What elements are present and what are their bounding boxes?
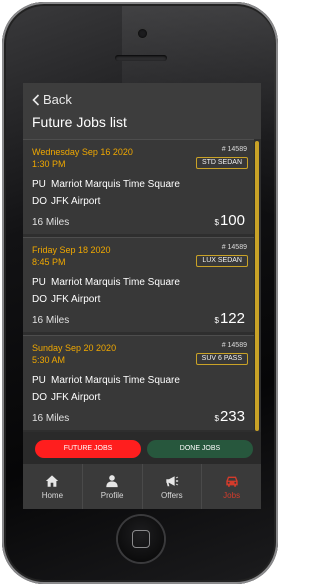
car-icon	[225, 476, 238, 487]
app-screen: Back Future Jobs list Wednesday Sep 16 2…	[23, 83, 261, 509]
job-number: # 14589	[221, 342, 247, 349]
tab-home[interactable]: Home	[23, 464, 83, 509]
currency-symbol: $	[214, 316, 219, 325]
tab-offers[interactable]: Offers	[143, 464, 203, 509]
pickup-location: Marriot Marquis Time Square	[51, 277, 180, 288]
dropoff-label: DO	[32, 196, 47, 207]
phone-frame: Back Future Jobs list Wednesday Sep 16 2…	[2, 2, 278, 584]
currency-symbol: $	[214, 414, 219, 423]
dropoff-location: JFK Airport	[51, 392, 101, 403]
job-time: 1:30 PM	[32, 159, 66, 169]
tab-jobs[interactable]: Jobs	[202, 464, 261, 509]
price-value: 233	[219, 408, 245, 425]
dropoff-label: DO	[32, 392, 47, 403]
tab-label: Jobs	[223, 490, 241, 500]
app-header: Back Future Jobs list	[23, 83, 261, 139]
job-price: $100	[215, 212, 245, 229]
job-price: $233	[215, 408, 245, 425]
job-card[interactable]: Wednesday Sep 16 2020 1:30 PM # 14589 ST…	[23, 139, 254, 234]
pickup-label: PU	[32, 179, 46, 190]
back-label: Back	[43, 92, 72, 107]
tab-label: Home	[41, 490, 64, 500]
job-time: 8:45 PM	[32, 257, 66, 267]
price-value: 122	[219, 310, 245, 327]
page-title: Future Jobs list	[32, 114, 127, 130]
price-value: 100	[219, 212, 245, 229]
front-camera	[138, 29, 147, 38]
megaphone-icon	[166, 475, 178, 486]
dropoff-row: DO JFK Airport	[32, 196, 100, 207]
done-jobs-button[interactable]: DONE JOBS	[147, 440, 253, 458]
dropoff-row: DO JFK Airport	[32, 294, 100, 305]
job-miles: 16 Miles	[32, 217, 70, 228]
back-button[interactable]: Back	[32, 92, 72, 107]
pickup-row: PU Marriot Marquis Time Square	[32, 375, 180, 386]
job-price: $122	[215, 310, 245, 327]
vehicle-type-badge: LUX SEDAN	[196, 255, 248, 267]
pickup-label: PU	[32, 277, 46, 288]
job-miles: 16 Miles	[32, 413, 70, 424]
job-date: Friday Sep 18 2020	[32, 245, 111, 255]
job-number: # 14589	[221, 244, 247, 251]
tab-label: Offers	[161, 490, 183, 500]
pickup-label: PU	[32, 375, 46, 386]
dropoff-location: JFK Airport	[51, 294, 101, 305]
dropoff-location: JFK Airport	[51, 196, 101, 207]
pickup-row: PU Marriot Marquis Time Square	[32, 277, 180, 288]
vehicle-type-badge: SUV 6 PASS	[195, 353, 248, 365]
dropoff-row: DO JFK Airport	[32, 392, 100, 403]
job-date: Wednesday Sep 16 2020	[32, 147, 133, 157]
currency-symbol: $	[214, 218, 219, 227]
earpiece-speaker	[115, 55, 167, 61]
job-filter-bar: FUTURE JOBS DONE JOBS	[23, 432, 261, 464]
dropoff-label: DO	[32, 294, 47, 305]
job-miles: 16 Miles	[32, 315, 70, 326]
pickup-row: PU Marriot Marquis Time Square	[32, 179, 180, 190]
vehicle-type-badge: STD SEDAN	[195, 157, 248, 169]
job-time: 5:30 AM	[32, 355, 66, 365]
job-card[interactable]: Friday Sep 18 2020 8:45 PM # 14589 LUX S…	[23, 237, 254, 332]
job-date: Sunday Sep 20 2020	[32, 343, 117, 353]
tab-label: Profile	[100, 490, 124, 500]
job-card[interactable]: Sunday Sep 20 2020 5:30 AM # 14589 SUV 6…	[23, 335, 254, 430]
user-icon	[106, 474, 118, 487]
home-hardware-button[interactable]	[118, 516, 164, 562]
bottom-tab-bar: Home Profile Offers Jobs	[23, 464, 261, 509]
tab-profile[interactable]: Profile	[83, 464, 143, 509]
pickup-location: Marriot Marquis Time Square	[51, 375, 180, 386]
pickup-location: Marriot Marquis Time Square	[51, 179, 180, 190]
job-number: # 14589	[221, 146, 247, 153]
future-jobs-button[interactable]: FUTURE JOBS	[35, 440, 141, 458]
scrollbar[interactable]	[255, 141, 259, 431]
home-icon	[46, 474, 59, 487]
chevron-left-icon	[32, 93, 40, 106]
